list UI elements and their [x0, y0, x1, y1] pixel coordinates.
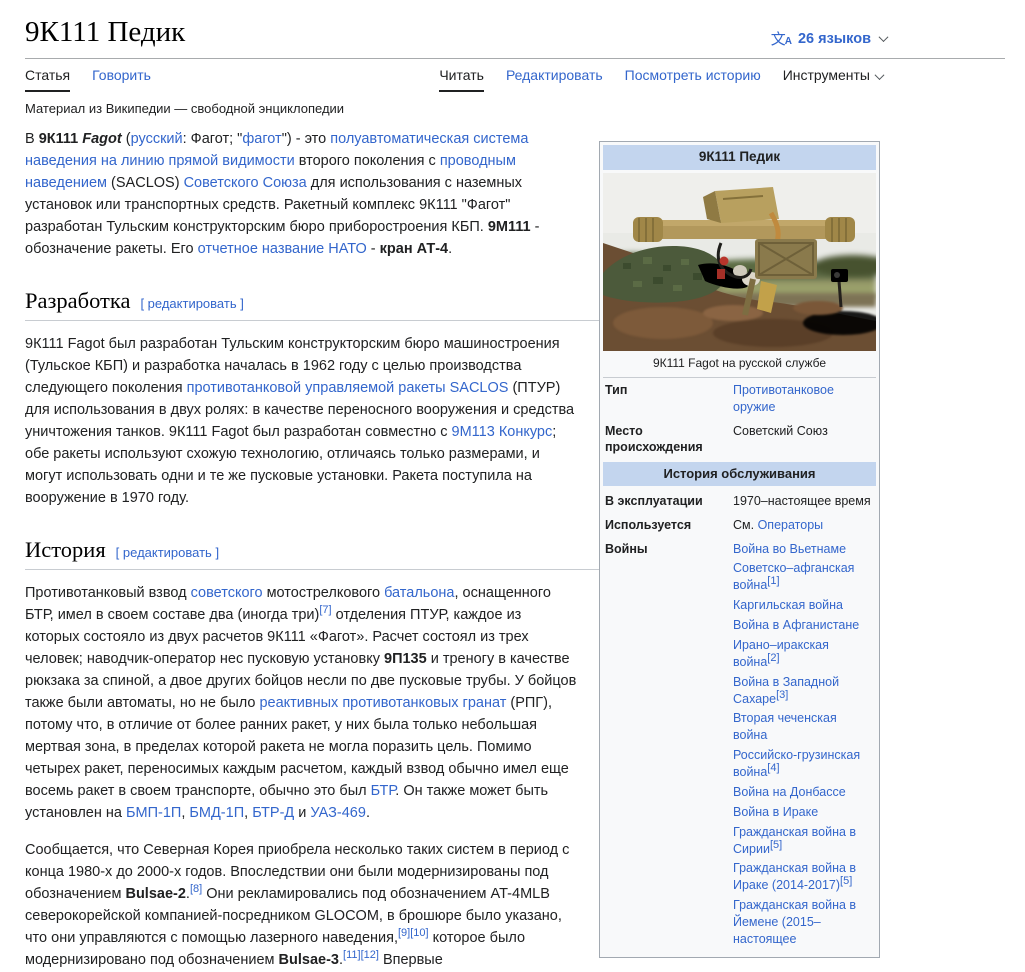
war-item: Каргильская война — [733, 597, 874, 614]
wiki-link[interactable]: БТР-Д — [252, 805, 294, 821]
wars-label: Войны — [605, 541, 648, 556]
footnote-ref[interactable]: [2] — [767, 652, 779, 664]
war-item: Война на Донбассе — [733, 784, 874, 801]
war-item: Ирано–иракская война[2] — [733, 637, 874, 671]
infobox-row-wars: Войны Война во Вьетнаме Советско–афганска… — [603, 537, 876, 954]
war-link[interactable]: Гражданская война в Йемене (2015–настоящ… — [733, 898, 856, 946]
war-link[interactable]: Советско–афганская война — [733, 561, 854, 592]
view-tabs: Читать Редактировать Посмотреть историю Инс… — [439, 59, 885, 93]
article-body: 9К111 Педик 9К111 Fagot на русской служб… — [25, 128, 880, 971]
war-link[interactable]: Война во Вьетнаме — [733, 542, 846, 556]
type-label: Тип — [605, 382, 628, 397]
tab-говорить[interactable]: Говорить — [92, 59, 151, 92]
chevron-down-icon — [874, 70, 885, 81]
tab-посмотреть-историю[interactable]: Посмотреть историю — [625, 59, 761, 92]
tab-редактировать[interactable]: Редактировать — [506, 59, 603, 92]
war-item: Гражданская война в Ираке (2014-2017)[5] — [733, 860, 874, 894]
in-service-label: В эксплуатации — [605, 493, 703, 508]
footnote-ref[interactable]: [5] — [840, 875, 852, 887]
wiki-link[interactable]: УАЗ-469 — [310, 805, 366, 821]
war-link[interactable]: Каргильская война — [733, 598, 843, 612]
wiki-link[interactable]: отчетное название НАТО — [198, 241, 367, 257]
wiki-link[interactable]: БМД-1П — [189, 805, 244, 821]
wiki-link[interactable]: русский — [131, 131, 183, 147]
war-item: Советско–афганская война[1] — [733, 560, 874, 594]
war-item: Война в Ираке — [733, 804, 874, 821]
language-selector-button[interactable]: 文A 26 языков — [770, 28, 889, 49]
wars-list: Война во Вьетнаме Советско–афганская войн… — [733, 541, 874, 951]
operators-link[interactable]: Операторы — [758, 518, 824, 532]
chevron-down-icon — [878, 32, 889, 43]
infobox-photo[interactable] — [603, 172, 876, 351]
infobox-row-used-by: Используется См. Операторы — [603, 513, 876, 537]
war-link[interactable]: Гражданская война в Сирии — [733, 825, 856, 856]
infobox-caption: 9К111 Fagot на русской службе — [603, 351, 876, 378]
site-subtitle: Материал из Википедии — свободной энцикл… — [25, 101, 345, 117]
origin-label: Место происхождения — [605, 423, 703, 455]
war-item: Война в Афганистане — [733, 617, 874, 634]
footnote-ref[interactable]: [9] — [398, 928, 410, 940]
tab-читать[interactable]: Читать — [439, 59, 484, 93]
war-item: Гражданская война в Сирии[5] — [733, 824, 874, 858]
footnote-ref[interactable]: [7] — [319, 605, 331, 617]
footnote-ref[interactable]: [5] — [770, 838, 782, 850]
war-link[interactable]: Российско-грузинская война — [733, 748, 860, 779]
war-item: Война в Западной Сахаре[3] — [733, 674, 874, 708]
wiki-link[interactable]: батальона — [384, 585, 454, 601]
edit-section-link[interactable]: [ редактировать ] — [116, 545, 219, 560]
infobox-row-origin: Место происхождения Советский Союз — [603, 419, 876, 460]
language-count-label: 26 языков — [797, 30, 871, 47]
wiki-link[interactable]: противотанковой управляемой ракеты SACLO… — [187, 380, 509, 396]
translate-icon: 文A — [770, 31, 792, 48]
war-link[interactable]: Ирано–иракская война — [733, 638, 829, 669]
infobox-title: 9К111 Педик — [603, 145, 876, 170]
wiki-link[interactable]: советского — [191, 585, 263, 601]
footnote-ref[interactable]: [8] — [190, 884, 202, 896]
war-link[interactable]: Гражданская война в Ираке (2014-2017) — [733, 861, 856, 892]
infobox-row-type: Тип Противотанковое оружие — [603, 378, 876, 419]
article-header: 9К111 Педик 文A 26 языков — [25, 16, 1005, 49]
war-link[interactable]: Война в Афганистане — [733, 618, 859, 632]
wiki-link[interactable]: реактивных противотанковых гранат — [259, 695, 506, 711]
namespace-tabs: Статья Говорить — [25, 59, 151, 93]
war-item: Война во Вьетнаме — [733, 541, 874, 558]
wiki-link[interactable]: БТР — [371, 783, 396, 799]
origin-value: Советский Союз — [733, 423, 828, 438]
tab-статья[interactable]: Статья — [25, 59, 71, 93]
wiki-link[interactable]: Советского Союза — [184, 175, 307, 191]
footnote-ref[interactable]: [4] — [767, 762, 779, 774]
service-history-header: История обслуживания — [603, 462, 876, 486]
in-service-value: 1970–настоящее время — [733, 493, 871, 508]
war-link[interactable]: Вторая чеченская война — [733, 711, 837, 742]
tab-инструменты[interactable]: Инструменты — [783, 59, 885, 92]
footnote-ref[interactable]: [3] — [776, 688, 788, 700]
wiki-link[interactable]: БМП-1П — [126, 805, 181, 821]
footnote-ref[interactable]: [1] — [767, 575, 779, 587]
infobox-weapon: 9К111 Педик 9К111 Fagot на русской служб… — [599, 141, 880, 958]
footnote-ref[interactable]: [10] — [410, 928, 428, 940]
war-item: Российско-грузинская война[4] — [733, 747, 874, 781]
footnote-ref[interactable]: [12] — [361, 950, 379, 962]
footnote-ref[interactable]: [11] — [343, 950, 361, 962]
type-value-link[interactable]: Противотанковое оружие — [733, 383, 834, 414]
wiki-link[interactable]: фагот — [242, 131, 281, 147]
used-by-prefix: См. — [733, 517, 758, 532]
wikipedia-article-page: 9К111 Педик 文A 26 языков Статья Говорить … — [0, 0, 1025, 971]
used-by-label: Используется — [605, 517, 692, 532]
war-item: Вторая чеченская война — [733, 710, 874, 744]
war-item: Гражданская война в Йемене (2015–настоящ… — [733, 897, 874, 948]
infobox-row-in-service: В эксплуатации 1970–настоящее время — [603, 489, 876, 513]
war-link[interactable]: Война в Ираке — [733, 805, 818, 819]
wiki-link[interactable]: 9М113 Конкурс — [452, 424, 553, 440]
article-tabs-bar: Статья Говорить Читать Редактировать Посмот… — [25, 59, 1005, 93]
edit-section-link[interactable]: [ редактировать ] — [140, 296, 243, 311]
